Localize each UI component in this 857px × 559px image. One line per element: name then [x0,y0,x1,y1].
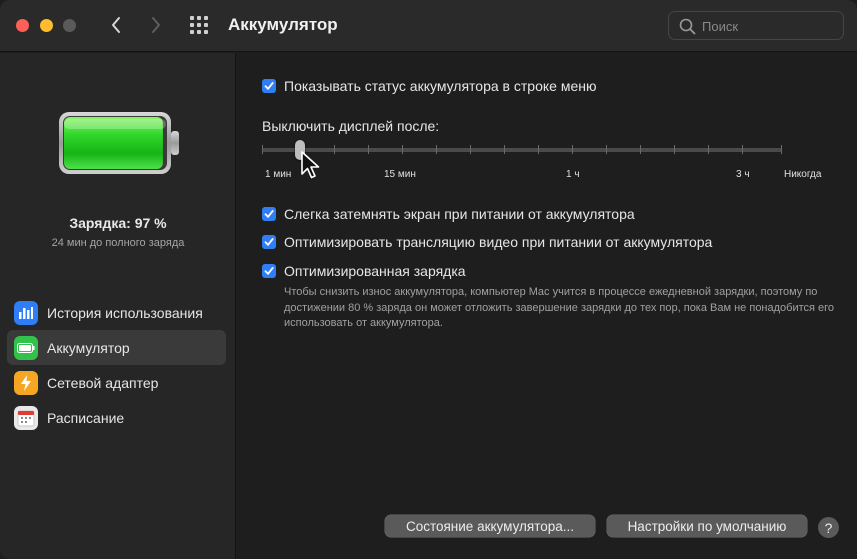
slider-tick [781,145,782,154]
battery-health-button[interactable]: Состояние аккумулятора... [385,515,595,537]
chevron-left-icon [112,17,120,33]
show-status-checkbox[interactable] [262,79,276,93]
calendar-icon [14,405,38,430]
window-title: Аккумулятор [228,15,338,34]
tick-label-3h: 3 ч [736,169,750,180]
sidebar: Зарядка: 97 % 24 мин до полного заряда И… [0,53,236,559]
slider-tick [572,145,573,154]
slider-tick [436,145,437,154]
optimized-charging-checkbox[interactable] [262,264,276,278]
forward-button[interactable] [144,13,168,37]
charge-time-remaining: 24 мин до полного заряда [51,237,185,249]
optimize-video-label: Оптимизировать трансляцию видео при пита… [284,234,713,250]
dim-screen-row: Слегка затемнять экран при питании от ак… [262,206,635,222]
tick-label-1min: 1 мин [265,169,292,180]
display-off-slider[interactable] [262,140,782,173]
sidebar-item-power-adapter[interactable]: Сетевой адаптер [7,365,226,400]
help-button[interactable]: ? [818,517,839,538]
sidebar-item-battery[interactable]: Аккумулятор [7,330,226,365]
checkmark-icon [264,82,274,90]
search-field[interactable] [668,11,844,40]
optimize-video-row: Оптимизировать трансляцию видео при пита… [262,234,712,250]
search-icon [679,18,696,35]
battery-icon [14,335,38,360]
checkmark-icon [264,210,274,218]
show-status-label: Показывать статус аккумулятора в строке … [284,78,597,94]
checkmark-icon [264,238,274,246]
optimized-charging-label: Оптимизированная зарядка [284,263,466,279]
slider-tick [538,145,539,154]
show-all-grid-icon[interactable] [190,16,212,36]
slider-tick [708,145,709,154]
slider-tick [368,145,369,154]
slider-track [262,148,782,152]
chevron-right-icon [152,17,160,33]
slider-tick [402,145,403,154]
sidebar-item-label: Сетевой адаптер [47,374,159,391]
optimize-video-checkbox[interactable] [262,235,276,249]
mouse-pointer-icon [301,151,320,179]
usage-history-icon [14,300,38,325]
charge-status: Зарядка: 97 % [69,215,167,231]
tick-label-never: Никогда [784,169,822,180]
sidebar-item-label: Расписание [47,409,125,426]
power-adapter-icon [14,370,38,395]
sidebar-list: История использования Аккумулятор Сетево… [7,295,226,435]
display-off-label: Выключить дисплей после: [262,118,440,134]
slider-tick [262,145,263,154]
battery-level-graphic [59,112,179,174]
sidebar-item-label: Аккумулятор [47,339,130,356]
slider-tick [334,145,335,154]
optimized-charging-description: Чтобы снизить износ аккумулятора, компью… [284,286,835,329]
dim-screen-label: Слегка затемнять экран при питании от ак… [284,206,635,222]
tick-label-15min: 15 мин [384,169,416,180]
dim-screen-checkbox[interactable] [262,207,276,221]
optimized-charging-row: Оптимизированная зарядка [262,263,466,279]
back-button[interactable] [104,13,128,37]
slider-tick [504,145,505,154]
sidebar-item-label: История использования [47,304,203,321]
battery-settings-pane: Показывать статус аккумулятора в строке … [237,53,857,559]
preferences-window: Аккумулятор Поиск Зарядка: 97 % 24 мин д… [0,0,857,559]
slider-tick [640,145,641,154]
minimize-window-button[interactable] [40,19,53,32]
restore-defaults-button[interactable]: Настройки по умолчанию [607,515,807,537]
slider-tick [742,145,743,154]
title-bar: Аккумулятор [0,0,857,52]
slider-tick [674,145,675,154]
search-input[interactable] [702,17,832,35]
zoom-window-button[interactable] [63,19,76,32]
checkmark-icon [264,267,274,275]
tick-label-1h: 1 ч [566,169,580,180]
slider-tick [606,145,607,154]
sidebar-item-usage-history[interactable]: История использования [7,295,226,330]
slider-tick [470,145,471,154]
show-status-row: Показывать статус аккумулятора в строке … [262,78,596,94]
sidebar-item-schedule[interactable]: Расписание [7,400,226,435]
close-window-button[interactable] [16,19,29,32]
